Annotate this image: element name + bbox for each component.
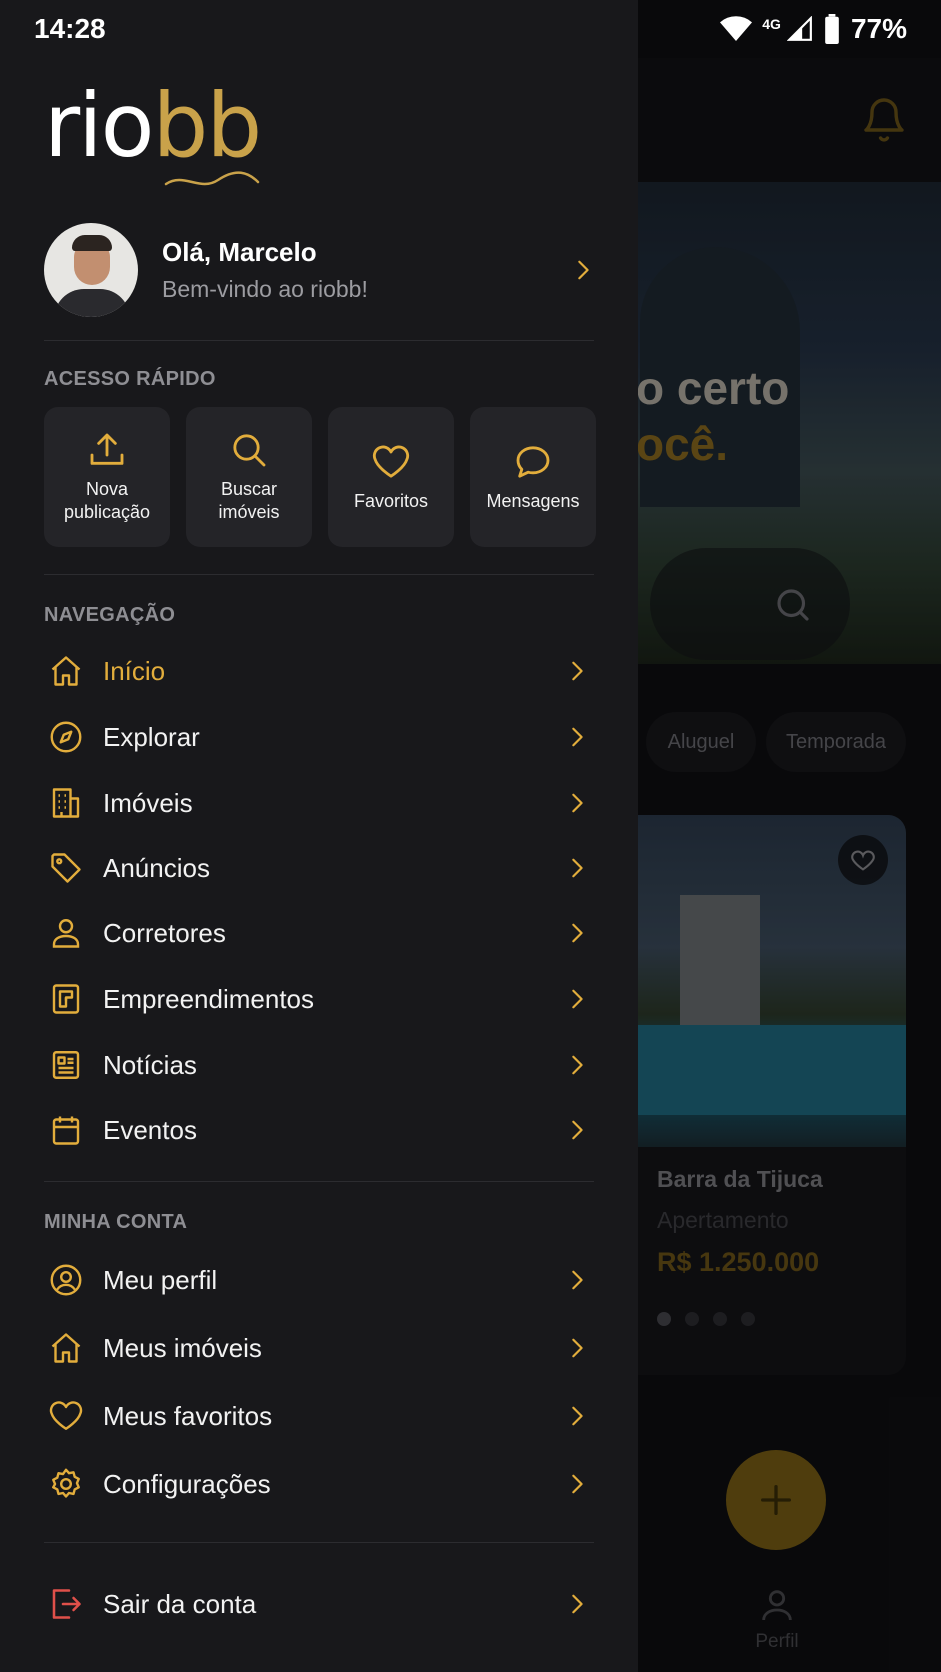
chevron-right-icon [572,923,583,943]
wifi-icon [720,16,753,41]
nav-label: Meus imóveis [103,1332,262,1363]
nav-item-corretores[interactable]: Corretores [44,908,594,958]
person-icon [52,919,80,948]
tag-icon [51,853,81,883]
chevron-right-icon [572,661,583,681]
divider [44,340,594,341]
user-profile-header[interactable]: Olá, Marcelo Bem-vindo ao riobb! [44,222,594,318]
chevron-right-icon [572,1406,583,1426]
chevron-right-icon [572,1270,583,1290]
nav-label: Início [103,655,166,686]
quick-label: Mensagens [486,490,580,511]
logout-button[interactable]: Sair da conta [44,1579,594,1629]
quick-label: Nova publicação [63,479,151,522]
logo-wave [164,171,260,186]
blueprint-icon [52,984,80,1014]
chat-icon [516,445,550,478]
quick-access-grid: Nova publicação Buscar imóveis Favoritos… [44,407,596,547]
nav-label: Corretores [103,917,226,948]
logo-text: riobb [44,74,262,177]
quick-access-title: ACESSO RÁPIDO [44,368,216,390]
nav-item-empreendimentos[interactable]: Empreendimentos [44,974,594,1024]
nav-label: Meus favoritos [103,1400,273,1431]
navigation-drawer: riobb Olá, Marcelo Bem-vindo ao riobb! A… [0,0,638,1672]
building-icon [52,788,80,818]
chevron-right-icon [572,1055,583,1075]
account-title: MINHA CONTA [44,1211,188,1233]
logout-label: Sair da conta [103,1588,257,1619]
nav-item-explorar[interactable]: Explorar [44,712,594,762]
quick-search-button[interactable]: Buscar imóveis [186,407,312,547]
search-icon [233,434,266,467]
nav-item-meus-imoveis[interactable]: Meus imóveis [44,1323,594,1373]
chevron-right-icon [572,1120,583,1140]
user-subtitle: Bem-vindo ao riobb! [162,276,368,302]
chevron-right-icon [572,989,583,1009]
chevron-right-icon [572,793,583,813]
nav-item-meus-favoritos[interactable]: Meus favoritos [44,1391,594,1441]
nav-label: Configurações [103,1468,271,1499]
compass-icon [50,721,82,753]
chevron-right-icon [572,727,583,747]
divider [44,1181,594,1182]
navigation-title: NAVEGAÇÃO [44,604,176,626]
gear-icon [52,1468,80,1498]
logout-icon [52,1589,81,1619]
nav-label: Notícias [103,1049,197,1080]
nav-label: Anúncios [103,852,210,883]
home-icon [51,656,81,686]
nav-label: Eventos [103,1114,197,1145]
calendar-icon [52,1116,80,1145]
chevron-right-icon [572,1594,583,1614]
quick-favorites-button[interactable]: Favoritos [328,407,454,547]
nav-item-imoveis[interactable]: Imóveis [44,778,594,828]
nav-label: Meu perfil [103,1264,218,1295]
upload-icon [90,433,124,465]
nav-label: Empreendimentos [103,983,314,1014]
quick-messages-button[interactable]: Mensagens [470,407,596,547]
chevron-right-icon [572,1474,583,1494]
nav-item-configuracoes[interactable]: Configurações [44,1459,594,1509]
nav-label: Imóveis [103,787,193,818]
divider [44,574,594,575]
nav-item-anuncios[interactable]: Anúncios [44,843,594,893]
heart-icon [49,1401,83,1430]
chevron-right-icon [572,858,583,878]
battery-level: 77% [850,13,907,44]
chevron-right-icon [572,1338,583,1358]
nav-item-noticias[interactable]: Notícias [44,1040,594,1090]
chevron-right-icon [578,260,589,280]
nav-item-eventos[interactable]: Eventos [44,1105,594,1155]
avatar [44,223,138,317]
riobb-logo: riobb [44,82,264,192]
quick-new-post-button[interactable]: Nova publicação [44,407,170,547]
nav-label: Explorar [103,721,200,752]
battery-icon [825,14,839,44]
profile-circle-icon [50,1264,82,1296]
divider [44,1542,594,1543]
heart-icon [372,445,410,478]
news-icon [52,1051,80,1079]
network-type: 4G [762,16,781,32]
status-bar: 14:28 4G 77% [0,0,941,58]
home-icon [51,1333,81,1363]
quick-label: Buscar imóveis [218,479,280,522]
nav-item-inicio[interactable]: Início [44,646,594,696]
signal-icon [786,16,812,41]
nav-item-meu-perfil[interactable]: Meu perfil [44,1255,594,1305]
status-time: 14:28 [34,13,106,44]
user-greeting: Olá, Marcelo [162,237,317,267]
quick-label: Favoritos [353,490,429,511]
